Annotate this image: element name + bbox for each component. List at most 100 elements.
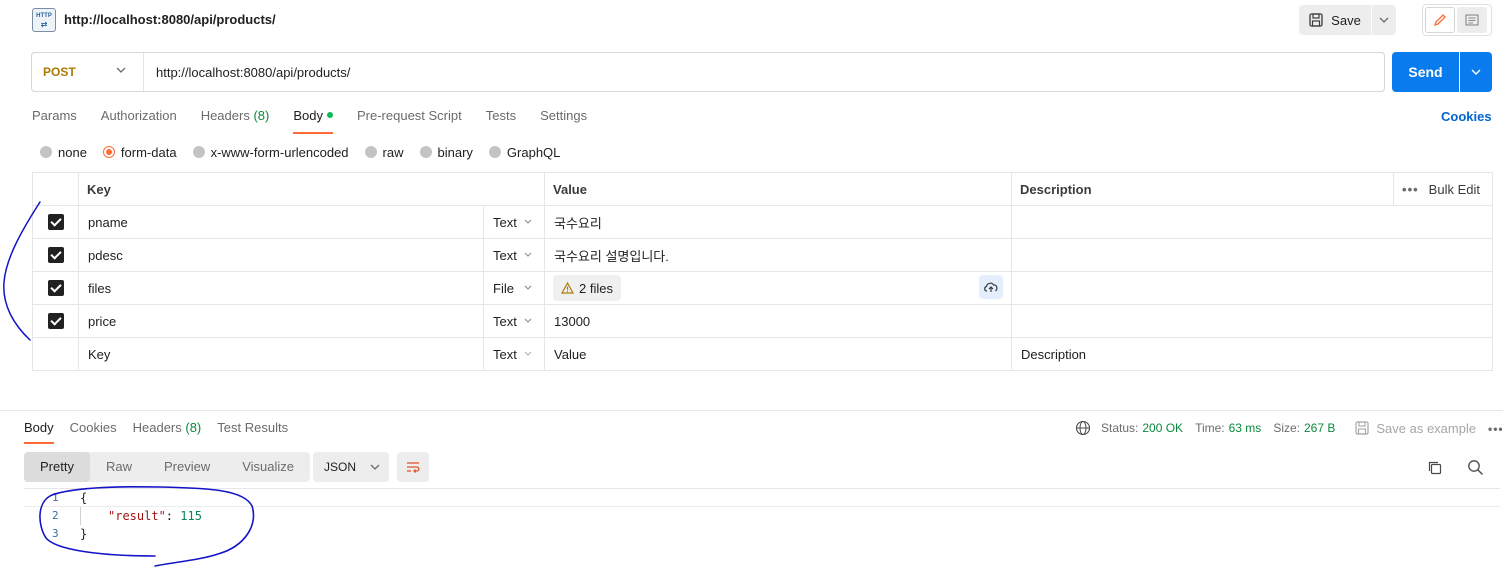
radio-button[interactable] — [40, 146, 52, 158]
tab-pre-request-script[interactable]: Pre-request Script — [357, 106, 462, 134]
wrap-lines-button[interactable] — [397, 452, 429, 482]
radio-none[interactable]: none — [40, 145, 87, 160]
value-cell[interactable]: 국수요리 설명입니다. — [544, 238, 1013, 272]
radio-button[interactable] — [364, 146, 377, 158]
new-description-input[interactable]: Description — [1011, 337, 1494, 371]
tab-authorization[interactable]: Authorization — [101, 106, 177, 134]
radio-graphql[interactable]: GraphQL — [488, 145, 560, 160]
description-cell[interactable] — [1011, 238, 1494, 272]
type-select[interactable]: Text — [482, 205, 546, 239]
size-label: Size: — [1273, 421, 1300, 435]
more-options-icon[interactable]: ••• — [1488, 422, 1503, 436]
cloud-upload-button[interactable] — [979, 275, 1004, 299]
key-cell[interactable]: files — [78, 271, 484, 305]
wrap-lines-icon — [407, 462, 420, 473]
view-tab-preview[interactable]: Preview — [148, 452, 226, 482]
header-checkbox-cell — [32, 172, 79, 206]
response-divider[interactable] — [0, 410, 1503, 411]
radio-button[interactable] — [419, 146, 432, 158]
new-value-input[interactable]: Value — [544, 337, 1013, 371]
more-options-icon[interactable]: ••• — [1402, 182, 1419, 197]
chevron-down-icon — [524, 318, 532, 323]
save-as-example-button[interactable]: Save as example — [1355, 421, 1476, 436]
code-text: { — [80, 491, 88, 505]
row-checkbox[interactable] — [47, 280, 64, 297]
bulk-edit-button[interactable]: ••• Bulk Edit — [1393, 172, 1494, 206]
view-tab-pretty[interactable]: Pretty — [24, 452, 90, 482]
files-chip[interactable]: 2 files — [553, 275, 621, 301]
line-number: 2 — [52, 509, 59, 522]
chevron-down-icon — [370, 464, 380, 470]
radio-button-selected[interactable] — [102, 146, 115, 158]
value-cell[interactable]: 13000 — [544, 304, 1013, 338]
radio-button[interactable] — [488, 146, 501, 158]
table-row: files File 2 files — [32, 271, 1494, 305]
size-value[interactable]: 267 B — [1304, 421, 1335, 435]
copy-icon[interactable] — [1427, 460, 1443, 476]
row-checkbox[interactable] — [47, 247, 64, 264]
response-tab-cookies[interactable]: Cookies — [70, 420, 117, 442]
search-icon[interactable] — [1467, 459, 1484, 476]
view-mode-toggle — [1422, 4, 1492, 36]
documentation-mode-button[interactable] — [1457, 7, 1487, 33]
globe-icon[interactable] — [1075, 420, 1091, 436]
save-options-button[interactable] — [1372, 5, 1396, 35]
code-text: "result": 115 — [108, 509, 202, 523]
chevron-down-icon — [524, 219, 532, 224]
table-header-row: Key Value Description ••• Bulk Edit — [32, 172, 1494, 206]
description-cell[interactable] — [1011, 304, 1494, 338]
radio-button[interactable] — [192, 146, 205, 158]
response-tab-test-results[interactable]: Test Results — [217, 420, 288, 442]
radio-binary[interactable]: binary — [419, 145, 473, 160]
url-bar: POST http://localhost:8080/api/products/ — [31, 52, 1385, 92]
response-tab-body[interactable]: Body — [24, 420, 54, 444]
row-checkbox[interactable] — [47, 214, 64, 231]
status-value[interactable]: 200 OK — [1142, 421, 1183, 435]
edit-mode-button[interactable] — [1425, 7, 1455, 33]
key-cell[interactable]: pname — [78, 205, 484, 239]
tab-headers[interactable]: Headers (8) — [201, 106, 270, 134]
radio-form-data[interactable]: form-data — [102, 145, 177, 160]
row-checkbox[interactable] — [47, 313, 64, 330]
table-row: price Text 13000 — [32, 304, 1494, 338]
indent-guide — [80, 507, 81, 525]
cloud-upload-icon — [984, 282, 998, 292]
table-row: pdesc Text 국수요리 설명입니다. — [32, 238, 1494, 272]
code-text: } — [80, 527, 88, 541]
type-select[interactable]: File — [482, 271, 546, 305]
type-select[interactable]: Text — [482, 337, 546, 371]
description-cell[interactable] — [1011, 205, 1494, 239]
column-header-description: Description — [1011, 172, 1394, 206]
key-cell[interactable]: price — [78, 304, 484, 338]
request-title[interactable]: http://localhost:8080/api/products/ — [64, 12, 276, 27]
save-button[interactable]: Save — [1299, 5, 1371, 35]
key-cell[interactable]: pdesc — [78, 238, 484, 272]
time-value[interactable]: 63 ms — [1229, 421, 1262, 435]
radio-x-www-form-urlencoded[interactable]: x-www-form-urlencoded — [192, 145, 349, 160]
tab-body[interactable]: Body — [293, 106, 333, 134]
method-select[interactable]: POST — [32, 53, 144, 91]
title-bar: HTTP ⇄ http://localhost:8080/api/products… — [0, 0, 1503, 40]
url-input[interactable]: http://localhost:8080/api/products/ — [144, 65, 350, 80]
view-tab-visualize[interactable]: Visualize — [226, 452, 310, 482]
response-body-editor[interactable]: 1 { 2 "result": 115 3 } — [24, 488, 1500, 583]
save-group: Save — [1299, 5, 1396, 35]
format-select[interactable]: JSON — [313, 452, 389, 482]
description-cell[interactable] — [1011, 271, 1494, 305]
type-select[interactable]: Text — [482, 304, 546, 338]
response-tab-headers[interactable]: Headers (8) — [133, 420, 202, 442]
warning-icon — [561, 282, 575, 294]
type-select[interactable]: Text — [482, 238, 546, 272]
view-tab-raw[interactable]: Raw — [90, 452, 148, 482]
new-key-input[interactable]: Key — [78, 337, 484, 371]
chevron-down-icon — [524, 351, 532, 356]
tab-settings[interactable]: Settings — [540, 106, 587, 134]
cookies-link[interactable]: Cookies — [1441, 109, 1492, 124]
value-cell[interactable]: 국수요리 — [544, 205, 1013, 239]
tab-tests[interactable]: Tests — [486, 106, 516, 134]
tab-params[interactable]: Params — [32, 106, 77, 134]
radio-raw[interactable]: raw — [364, 145, 404, 160]
send-options-button[interactable] — [1460, 52, 1492, 92]
send-button[interactable]: Send — [1392, 52, 1459, 92]
save-icon — [1309, 13, 1323, 27]
